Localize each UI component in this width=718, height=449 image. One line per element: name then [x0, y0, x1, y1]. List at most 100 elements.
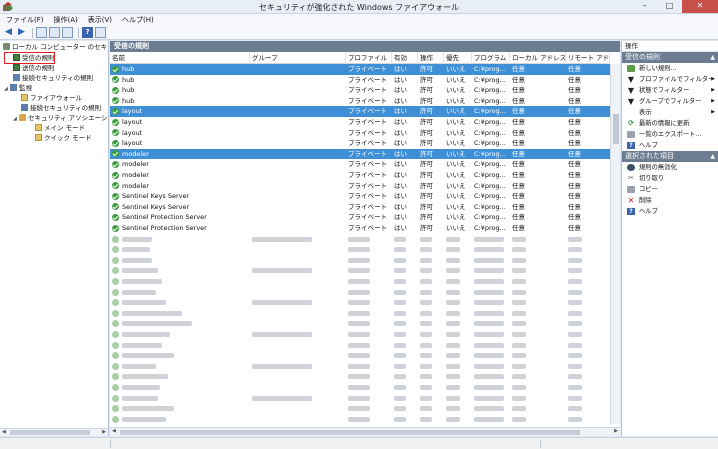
scrollbar-thumb[interactable]: [120, 430, 580, 435]
export-list-icon[interactable]: [62, 27, 73, 38]
action-item[interactable]: ? ヘルプ: [622, 206, 718, 217]
cell-name: layout: [122, 139, 143, 148]
table-row[interactable]: Sentinel Protection Server プライベート はい 許可 いいえ C…: [110, 223, 610, 234]
tree-item-main-mode[interactable]: メイン モード: [35, 123, 85, 133]
obscured-text: [122, 300, 166, 306]
tree-item-quick-mode[interactable]: クイック モード: [35, 133, 92, 143]
scrollbar-thumb[interactable]: [613, 114, 619, 144]
menu-view[interactable]: 表示(V): [88, 15, 112, 25]
column-header-action[interactable]: 操作: [418, 52, 444, 64]
cell-program: C:¥prog...: [474, 171, 506, 179]
action-label: 切り取り: [639, 175, 665, 182]
obscured-row: [110, 382, 610, 393]
table-row[interactable]: modeler プライベート はい 許可 いいえ C:¥prog... 任意 任意: [110, 170, 610, 181]
tree-item-outbound-rules[interactable]: 送信の規則: [13, 63, 55, 73]
action-item[interactable]: 表示 ▶: [622, 107, 718, 118]
table-row[interactable]: layout プライベート はい 許可 いいえ C:¥prog... 任意 任意: [110, 128, 610, 139]
table-row[interactable]: modeler プライベート はい 許可 いいえ C:¥prog... 任意 任意: [110, 159, 610, 170]
status-bar: [0, 437, 718, 449]
cell-local: 任意: [512, 213, 525, 222]
obscured-text: [446, 406, 460, 412]
action-item[interactable]: ▼ 状態でフィルター ▶: [622, 85, 718, 96]
table-row[interactable]: layout プライベート はい 許可 いいえ C:¥prog... 任意 任意: [110, 106, 610, 117]
table-row[interactable]: hub プライベート はい 許可 いいえ C:¥prog... 任意 任意: [110, 85, 610, 96]
column-header-program[interactable]: プログラム: [472, 52, 510, 64]
tree-item-inbound-rules[interactable]: 受信の規則: [13, 53, 55, 63]
minimize-button[interactable]: –: [632, 0, 657, 13]
tree-horizontal-scrollbar[interactable]: ◀ ▶: [0, 428, 108, 436]
table-row[interactable]: layout プライベート はい 許可 いいえ C:¥prog... 任意 任意: [110, 138, 610, 149]
action-item[interactable]: コピー: [622, 184, 718, 195]
action-item[interactable]: ▼ プロファイルでフィルター ▶: [622, 74, 718, 85]
obscured-text: [420, 353, 432, 359]
table-row[interactable]: hub プライベート はい 許可 いいえ C:¥prog... 任意 任意: [110, 96, 610, 107]
column-header-local-address[interactable]: ローカル アドレス: [510, 52, 566, 64]
table-row[interactable]: modeler プライベート はい 許可 いいえ C:¥prog... 任意 任意: [110, 148, 610, 160]
obscured-text: [474, 300, 504, 306]
scroll-right-icon[interactable]: ▶: [102, 429, 106, 435]
rules-vertical-scrollbar[interactable]: [610, 64, 620, 424]
column-header-enabled[interactable]: 有効: [392, 52, 418, 64]
obscured-text: [512, 395, 526, 401]
column-header-profile[interactable]: プロファイル: [346, 52, 392, 64]
action-item[interactable]: ✂ 切り取り: [622, 173, 718, 184]
actions-section-inbound-rules[interactable]: 受信の規則 ▲: [622, 52, 718, 63]
action-item[interactable]: ▼ グループでフィルター ▶: [622, 96, 718, 107]
cell-local: 任意: [512, 75, 525, 84]
help-button[interactable]: ?: [82, 27, 93, 38]
tree-item-monitor-connection-security[interactable]: 接続セキュリティの規則: [21, 103, 101, 113]
table-row[interactable]: Sentinel Keys Server プライベート はい 許可 いいえ C:¥prog…: [110, 191, 610, 202]
collapse-icon[interactable]: ▲: [710, 151, 715, 162]
obscured-row: [110, 297, 610, 308]
maximize-button[interactable]: □: [657, 0, 682, 13]
actions-pane: 操作 受信の規則 ▲ 新しい規則... ▼ プロファイルでフィルター ▶ ▼ 状態でフィルタ…: [621, 41, 718, 436]
action-item[interactable]: 一覧のエクスポート...: [622, 129, 718, 140]
column-header-override[interactable]: 優先: [444, 52, 472, 64]
column-header-name[interactable]: 名前: [110, 52, 250, 64]
cell-enabled: はい: [394, 213, 407, 222]
tree-item-security-associations[interactable]: ◢セキュリティ アソシエーション: [13, 113, 108, 123]
cell-profile: プライベート: [348, 171, 387, 179]
action-item[interactable]: 新しい規則...: [622, 63, 718, 74]
obscured-text: [348, 247, 370, 253]
table-row[interactable]: Sentinel Protection Server プライベート はい 許可 いいえ C…: [110, 212, 610, 223]
obscured-text: [348, 268, 370, 274]
column-header-group[interactable]: グループ: [250, 52, 346, 64]
action-item[interactable]: ⟳ 最新の情報に更新: [622, 118, 718, 129]
actions-section-selected-items[interactable]: 選択された項目 ▲: [622, 151, 718, 162]
table-row[interactable]: Sentinel Keys Server プライベート はい 許可 いいえ C:¥prog…: [110, 202, 610, 213]
tree-item-firewall[interactable]: ファイアウォール: [21, 93, 82, 103]
scrollbar-thumb[interactable]: [10, 430, 90, 435]
tree-item-connection-security-rules[interactable]: 接続セキュリティの規則: [13, 73, 93, 83]
obscured-text: [348, 236, 370, 242]
scroll-left-icon[interactable]: ◀: [112, 428, 116, 434]
rules-horizontal-scrollbar[interactable]: ◀ ▶: [110, 427, 620, 436]
obscured-text: [348, 321, 370, 327]
cell-profile: プライベート: [348, 139, 387, 148]
menu-action[interactable]: 操作(A): [54, 15, 78, 25]
table-row[interactable]: layout プライベート はい 許可 いいえ C:¥prog... 任意 任意: [110, 117, 610, 128]
scroll-right-icon[interactable]: ▶: [614, 428, 618, 434]
show-hide-tree-icon[interactable]: [49, 27, 60, 38]
obscured-icon: [112, 288, 119, 296]
close-button[interactable]: ✕: [682, 0, 718, 13]
action-item[interactable]: ? ヘルプ: [622, 140, 718, 151]
tree-root[interactable]: ローカル コンピューター のセキュリティ: [3, 42, 108, 52]
menu-file[interactable]: ファイル(F): [6, 15, 44, 25]
collapse-icon[interactable]: ▲: [710, 52, 715, 63]
column-header-remote-address[interactable]: リモート アドレス: [566, 52, 610, 64]
table-row[interactable]: modeler プライベート はい 許可 いいえ C:¥prog... 任意 任意: [110, 181, 610, 192]
menu-help[interactable]: ヘルプ(H): [122, 15, 154, 25]
up-folder-icon[interactable]: [36, 27, 47, 38]
cell-action: 許可: [420, 160, 433, 169]
table-row[interactable]: hub プライベート はい 許可 いいえ C:¥prog... 任意 任意: [110, 75, 610, 86]
tree-item-monitoring[interactable]: ◢ 監視: [4, 83, 32, 93]
action-item[interactable]: ✕ 削除: [622, 195, 718, 206]
forward-button[interactable]: ▶: [16, 27, 27, 38]
show-action-pane-icon[interactable]: [95, 27, 106, 38]
obscured-text: [446, 310, 460, 316]
action-item[interactable]: 規則の無効化: [622, 162, 718, 173]
back-button[interactable]: ◀: [3, 27, 14, 38]
scroll-left-icon[interactable]: ◀: [2, 429, 6, 435]
table-row[interactable]: hub プライベート はい 許可 いいえ C:¥prog... 任意 任意: [110, 64, 610, 75]
